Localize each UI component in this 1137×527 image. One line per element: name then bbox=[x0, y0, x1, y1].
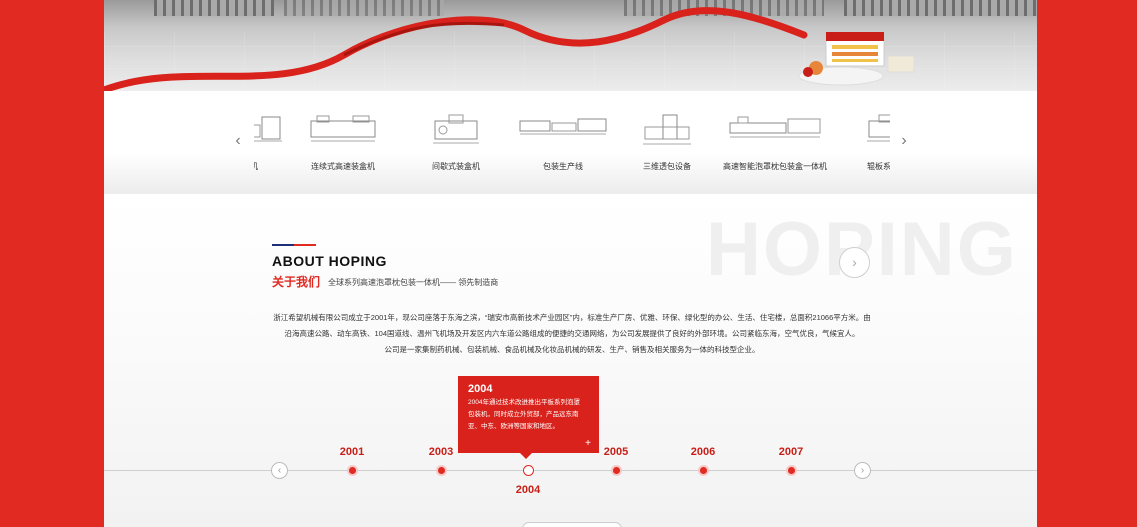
timeline-year[interactable]: 2003 bbox=[421, 446, 461, 458]
product-box-image bbox=[796, 28, 916, 88]
popup-text-line: 包装机，同时成立外贸部，产品远东南 bbox=[468, 411, 579, 418]
carousel-track: 机 连续式高速装盒机 间歇式装盒机 包装生产线 三维透包设备 高速智能泡罩枕包装… bbox=[254, 91, 890, 194]
carousel-prev-arrow-icon[interactable]: ‹ bbox=[232, 133, 244, 149]
page: ‹ 机 连续式高速装盒机 间歇式装盒机 包装生产线 三维透包设备 bbox=[104, 0, 1037, 527]
section-title-en: ABOUT HOPING bbox=[272, 253, 387, 269]
product-carousel: ‹ 机 连续式高速装盒机 间歇式装盒机 包装生产线 三维透包设备 bbox=[104, 91, 1037, 194]
popup-text: 2004年通过技术改进推出平板系列泡罩 包装机，同时成立外贸部，产品远东南 亚、… bbox=[468, 397, 589, 433]
timeline-dot[interactable] bbox=[611, 465, 622, 476]
timeline-next-arrow-icon[interactable]: › bbox=[854, 462, 871, 479]
machine-icon bbox=[519, 118, 607, 135]
carousel-item[interactable]: 辊板系列泡罩 bbox=[836, 91, 890, 194]
timeline-year[interactable]: 2006 bbox=[683, 446, 723, 458]
carousel-item-label: 高速智能泡罩枕包装盒一体机 bbox=[723, 162, 827, 171]
timeline-year-active[interactable]: 2004 bbox=[508, 484, 548, 496]
hero-banner bbox=[104, 0, 1037, 91]
section-title-cn: 关于我们 bbox=[272, 275, 321, 289]
machine-icon bbox=[433, 114, 479, 144]
intro-line: 公司是一家集制药机械、包装机械、食品机械及化妆品机械的研发、生产、销售及相关服务… bbox=[384, 345, 760, 354]
bottom-more-button[interactable] bbox=[522, 522, 622, 527]
timeline-dot[interactable] bbox=[698, 465, 709, 476]
carousel-item-label: 连续式高速装盒机 bbox=[311, 162, 375, 171]
carousel-item[interactable]: 连续式高速装盒机 bbox=[288, 91, 398, 194]
carousel-next-arrow-icon[interactable]: › bbox=[898, 133, 910, 149]
section-subtitle: 全球系列高速泡罩枕包装一体机—— 领先制造商 bbox=[328, 278, 499, 287]
timeline-dot[interactable] bbox=[347, 465, 358, 476]
intro-line: 浙江希望机械有限公司成立于2001年，现公司座落于东海之滨，“瑞安市高新技术产业… bbox=[273, 313, 871, 322]
machine-icon bbox=[729, 116, 821, 138]
popup-text-line: 亚、中东、欧洲等国家和地区。 bbox=[468, 423, 559, 430]
timeline-popup: 2004 2004年通过技术改进推出平板系列泡罩 包装机，同时成立外贸部，产品远… bbox=[458, 376, 599, 459]
timeline-prev-arrow-icon[interactable]: ‹ bbox=[271, 462, 288, 479]
more-arrow-button[interactable]: › bbox=[839, 247, 870, 278]
company-intro-paragraph: 浙江希望机械有限公司成立于2001年，现公司座落于东海之滨，“瑞安市高新技术产业… bbox=[270, 310, 874, 358]
carousel-item-label: 辊板系列泡罩 bbox=[867, 162, 890, 171]
timeline-year[interactable]: 2001 bbox=[332, 446, 372, 458]
about-section: HOPING ABOUT HOPING 关于我们 全球系列高速泡罩枕包装一体机—… bbox=[104, 194, 1037, 527]
machine-icon bbox=[310, 115, 376, 142]
carousel-item-label: 间歇式装盒机 bbox=[432, 162, 480, 171]
timeline-year[interactable]: 2005 bbox=[596, 446, 636, 458]
carousel-item[interactable]: 包装生产线 bbox=[508, 91, 618, 194]
machine-icon bbox=[643, 114, 691, 145]
timeline-line bbox=[104, 470, 1037, 471]
machine-icon bbox=[254, 116, 282, 142]
carousel-item-label: 三维透包设备 bbox=[643, 162, 691, 171]
machine-icon bbox=[867, 114, 890, 142]
title-accent-bar bbox=[272, 244, 316, 247]
intro-line: 沿海高速公路、动车高铁、104国道线、温州飞机场及开发区内六车道公路组成的便捷的… bbox=[284, 329, 860, 338]
popup-year: 2004 bbox=[468, 383, 493, 395]
carousel-item[interactable]: 间歇式装盒机 bbox=[401, 91, 511, 194]
popup-text-line: 2004年通过技术改进推出平板系列泡罩 bbox=[468, 399, 580, 406]
timeline-dot-active[interactable] bbox=[523, 465, 534, 476]
carousel-item-label: 包装生产线 bbox=[543, 162, 583, 171]
timeline-dot[interactable] bbox=[786, 465, 797, 476]
timeline-dot[interactable] bbox=[436, 465, 447, 476]
carousel-item[interactable]: 三维透包设备 bbox=[612, 91, 722, 194]
carousel-item[interactable]: 高速智能泡罩枕包装盒一体机 bbox=[720, 91, 830, 194]
popup-expand-plus-icon[interactable]: + bbox=[585, 438, 591, 449]
timeline-year[interactable]: 2007 bbox=[771, 446, 811, 458]
